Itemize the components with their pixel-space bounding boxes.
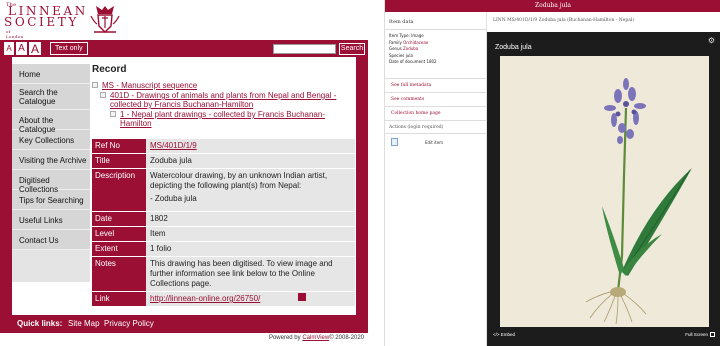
powered-by: Powered by CalmView© 2008-2020 bbox=[269, 335, 364, 341]
gear-icon[interactable]: ⚙ bbox=[708, 36, 715, 45]
image-viewer[interactable]: Zoduba jula ⚙ </> Embed Full Screen bbox=[487, 32, 720, 346]
field-value: This drawing has been digitised. To view… bbox=[146, 256, 355, 292]
fullscreen-icon bbox=[710, 332, 715, 338]
table-row: Link http://linnean-online.org/26750/ bbox=[92, 291, 355, 307]
tree-node-icon bbox=[100, 92, 106, 98]
quick-links-label: Quick links: bbox=[17, 319, 63, 328]
site-map-link[interactable]: Site Map bbox=[68, 315, 100, 333]
field-label: Date bbox=[92, 211, 146, 227]
breadcrumb: LINN MS/401D/1/9 Zoduba jula (Buchanan-H… bbox=[487, 12, 720, 32]
record-table: Ref No MS/401D/1/9 Title Zoduba jula Des… bbox=[92, 139, 355, 307]
search-input[interactable] bbox=[273, 44, 336, 54]
embed-button[interactable]: </> Embed bbox=[493, 329, 515, 341]
tree-item-ms[interactable]: MS - Manuscript sequence bbox=[92, 81, 354, 90]
tree-item-label: MS - Manuscript sequence bbox=[102, 81, 198, 90]
font-size-large-button[interactable]: A bbox=[29, 42, 41, 55]
online-collections-page: Zoduba jula Item data Item Type: Image F… bbox=[384, 0, 720, 346]
field-label: Ref No bbox=[92, 139, 146, 154]
meta-row: Date of document 1802 bbox=[389, 59, 437, 64]
search-button[interactable]: Search bbox=[339, 43, 365, 55]
item-metadata: Item Type: Image Family Orchidaceae Genu… bbox=[389, 33, 437, 66]
field-value: 1802 bbox=[146, 211, 355, 227]
field-value: 1 folio bbox=[146, 241, 355, 257]
page-title: Record bbox=[92, 64, 127, 75]
catalogue-page: The LINNEAN SOCIETY of London A A A Text… bbox=[0, 0, 368, 346]
description-plant: - Zoduba jula bbox=[150, 194, 197, 203]
viewer-toolbar: </> Embed Full Screen bbox=[487, 329, 720, 341]
font-size-medium-button[interactable]: A bbox=[16, 42, 27, 55]
item-sidebar: Item data Item Type: Image Family Orchid… bbox=[385, 12, 487, 346]
item-data-header: Item data bbox=[385, 16, 486, 30]
powered-prefix: Powered by bbox=[268, 335, 301, 341]
field-value: Zoduba jula bbox=[146, 153, 355, 169]
tree-node-icon bbox=[110, 111, 116, 117]
online-collection-link[interactable]: http://linnean-online.org/26750/ bbox=[150, 294, 260, 303]
tree-item-label: 1 - Nepal plant drawings - collected by … bbox=[120, 110, 325, 128]
tree-item-1[interactable]: 1 - Nepal plant drawings - collected by … bbox=[92, 110, 354, 128]
crest-icon bbox=[90, 6, 120, 33]
field-value: Item bbox=[146, 226, 355, 242]
back-to-top-marker[interactable] bbox=[298, 293, 306, 301]
field-label: Notes bbox=[92, 256, 146, 292]
edit-item-icon[interactable] bbox=[391, 138, 398, 146]
table-row: Notes This drawing has been digitised. T… bbox=[92, 256, 355, 292]
calmview-link[interactable]: CalmView bbox=[302, 335, 329, 341]
nav-digitised-collections[interactable]: Digitised Collections bbox=[12, 170, 90, 194]
nav-home[interactable]: Home bbox=[12, 64, 90, 84]
family-link[interactable]: Orchidaceae bbox=[403, 40, 428, 45]
field-label: Link bbox=[92, 291, 146, 307]
powered-suffix: © 2008-2020 bbox=[329, 335, 364, 341]
see-full-metadata-link[interactable]: See full metadata bbox=[385, 78, 486, 92]
table-row: Date 1802 bbox=[92, 211, 355, 227]
table-row: Extent 1 folio bbox=[92, 241, 355, 257]
collection-home-link[interactable]: Collection home page bbox=[385, 106, 486, 120]
edit-item-link[interactable]: Edit item bbox=[425, 140, 443, 145]
see-comments-link[interactable]: See comments bbox=[385, 92, 486, 106]
text-only-button[interactable]: Text only bbox=[50, 42, 88, 55]
field-label: Extent bbox=[92, 241, 146, 257]
field-label: Level bbox=[92, 226, 146, 242]
orchid-drawing bbox=[585, 78, 692, 325]
table-row: Level Item bbox=[92, 226, 355, 242]
nav-search-catalogue[interactable]: Search the Catalogue bbox=[12, 84, 90, 110]
logo-line3: of London bbox=[6, 29, 24, 39]
privacy-policy-link[interactable]: Privacy Policy bbox=[104, 315, 154, 333]
record-content: Record MS - Manuscript sequence 401D - D… bbox=[92, 64, 354, 128]
tree-node-icon bbox=[92, 82, 98, 88]
nav-contact-us[interactable]: Contact Us bbox=[12, 230, 90, 250]
left-frame bbox=[0, 57, 12, 315]
nav-about-catalogue[interactable]: About the Catalogue bbox=[12, 110, 90, 134]
nav-filler bbox=[12, 250, 90, 282]
tree-item-label: 401D - Drawings of animals and plants fr… bbox=[110, 91, 337, 109]
field-label: Title bbox=[92, 153, 146, 169]
field-label: Description bbox=[92, 168, 146, 212]
item-title-bar: Zoduba jula bbox=[385, 0, 720, 12]
viewer-title: Zoduba jula bbox=[495, 44, 532, 51]
tree-item-401d[interactable]: 401D - Drawings of animals and plants fr… bbox=[92, 91, 354, 109]
ref-no-link[interactable]: MS/401D/1/9 bbox=[150, 141, 197, 150]
actions-header: Actions (login required) bbox=[385, 120, 486, 134]
full-screen-button[interactable]: Full Screen bbox=[685, 329, 715, 341]
logo-line2: SOCIETY bbox=[4, 15, 79, 29]
table-row: Ref No MS/401D/1/9 bbox=[92, 139, 355, 154]
side-navigation: Home Search the Catalogue About the Cata… bbox=[12, 64, 90, 282]
table-row: Description Watercolour drawing, by an u… bbox=[92, 168, 355, 212]
hierarchy-tree: MS - Manuscript sequence 401D - Drawings… bbox=[92, 81, 354, 128]
specimen-drawing[interactable] bbox=[500, 56, 709, 327]
nav-useful-links[interactable]: Useful Links bbox=[12, 210, 90, 230]
right-frame bbox=[356, 57, 368, 315]
description-text: Watercolour drawing, by an unknown India… bbox=[150, 171, 328, 190]
linnean-logo[interactable]: The LINNEAN SOCIETY of London bbox=[4, 2, 154, 39]
embed-icon: </> bbox=[493, 332, 500, 337]
footer-bar: Quick links: Site Map Privacy Policy bbox=[0, 315, 368, 333]
font-size-small-button[interactable]: A bbox=[4, 42, 14, 55]
nav-visiting-archive[interactable]: Visiting the Archive bbox=[12, 150, 90, 170]
table-row: Title Zoduba jula bbox=[92, 153, 355, 169]
toolbar: A A A Text only Search bbox=[0, 40, 368, 57]
genus-link[interactable]: Zoduba bbox=[403, 46, 418, 51]
